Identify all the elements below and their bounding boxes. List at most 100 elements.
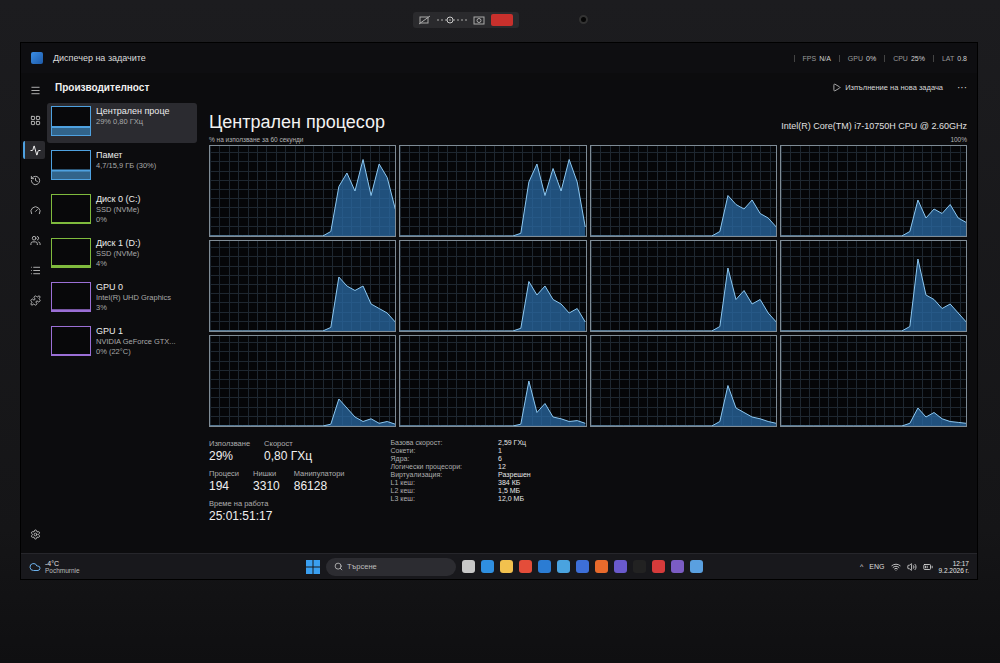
wifi-icon[interactable]	[891, 562, 901, 572]
usage-area	[400, 282, 585, 332]
more-button[interactable]: ···	[957, 82, 967, 93]
sidebar-item[interactable]: GPU 1NVIDIA GeForce GTX...0% (22°C)	[47, 323, 197, 363]
app-icon[interactable]	[519, 560, 532, 573]
usage-line	[591, 268, 776, 331]
sidebar-item[interactable]: Памет4,7/15,9 ГБ (30%)	[47, 147, 197, 187]
camera-icon	[473, 15, 485, 25]
app-icon[interactable]	[595, 560, 608, 573]
core-chart	[590, 145, 777, 237]
detail-value: 384 КБ	[498, 479, 531, 486]
core-graph	[400, 146, 585, 236]
clock[interactable]: 12:179.2.2026 г.	[939, 560, 970, 574]
core-chart	[209, 335, 396, 427]
resource-list: Централен проце29% 0,80 ГХцПамет4,7/15,9…	[47, 101, 197, 553]
app-icon[interactable]	[576, 560, 589, 573]
privacy-label	[491, 14, 513, 26]
sidebar-item-detail: SSD (NVMe)	[96, 249, 141, 258]
usage-area	[591, 196, 776, 237]
core-chart	[590, 335, 777, 427]
thumbnail-fill	[52, 239, 90, 267]
sidebar-item-detail: 29% 0,80 ГХц	[96, 117, 169, 126]
core-graph	[400, 241, 585, 331]
sidebar-item-name: GPU 1	[96, 326, 176, 336]
core-chart	[780, 335, 967, 427]
sidebar-item-detail: NVIDIA GeForce GTX...	[96, 337, 176, 346]
tray-overflow[interactable]: ^	[860, 563, 863, 570]
camera-shutter[interactable]	[413, 12, 519, 28]
sidebar-item-name: GPU 0	[96, 282, 171, 292]
cloud-icon	[29, 561, 41, 573]
nav-button[interactable]	[23, 81, 45, 99]
sidebar-item[interactable]: GPU 0Intel(R) UHD Graphics3%	[47, 279, 197, 319]
run-task-icon	[832, 83, 841, 92]
nav-button[interactable]	[23, 525, 45, 543]
nav-button[interactable]	[23, 201, 45, 219]
windows-logo-icon[interactable]	[306, 560, 320, 574]
overlay-item: GPU0%	[839, 55, 876, 62]
nav-button[interactable]	[23, 291, 45, 309]
usage-line	[781, 259, 966, 331]
usage-line	[781, 408, 966, 426]
core-chart	[399, 240, 586, 332]
volume-icon[interactable]	[907, 562, 917, 572]
usage-area	[210, 399, 395, 426]
search-field[interactable]: Търсене	[326, 558, 456, 576]
thumbnail-fill	[52, 151, 90, 179]
nav-button[interactable]	[23, 171, 45, 189]
nav-button[interactable]	[23, 261, 45, 279]
screen: Диспечер на задачитеFPSN/AGPU0%CPU25%LAT…	[20, 42, 978, 580]
nav-icon	[30, 115, 41, 126]
battery-icon[interactable]	[923, 562, 933, 572]
app-icon[interactable]	[690, 560, 703, 573]
detail-label: L3 кеш:	[391, 495, 463, 502]
system-tray: ^ ENG 12:179.2.2026 г.	[860, 560, 969, 574]
sidebar-item[interactable]: Диск 0 (C:)SSD (NVMe)0%	[47, 191, 197, 231]
thumbnail-graph	[51, 238, 91, 268]
thumbnail-fill	[52, 283, 90, 311]
app-icon[interactable]	[652, 560, 665, 573]
nav-button[interactable]	[23, 141, 45, 159]
sidebar-item-detail: 4%	[96, 259, 141, 268]
weather-widget[interactable]: -4°CPochmurnie	[29, 560, 149, 574]
stat: Нишки3310	[253, 469, 280, 493]
app-icon[interactable]	[500, 560, 513, 573]
stat: Използване29%	[209, 439, 250, 463]
app-icon[interactable]	[481, 560, 494, 573]
nav-icon	[30, 265, 41, 276]
app-icon[interactable]	[671, 560, 684, 573]
nav-button[interactable]	[23, 231, 45, 249]
core-chart	[399, 335, 586, 427]
detail-label: Виртуализация:	[391, 471, 463, 478]
sidebar-item-detail: 0%	[96, 215, 141, 224]
app-icon[interactable]	[633, 560, 646, 573]
sidebar-item[interactable]: Централен проце29% 0,80 ГХц	[47, 103, 197, 143]
sidebar-item[interactable]: Диск 1 (D:)SSD (NVMe)4%	[47, 235, 197, 275]
core-graph	[400, 336, 585, 426]
slider-icon	[437, 15, 467, 25]
overlay-item: CPU25%	[884, 55, 925, 62]
language[interactable]: ENG	[869, 563, 884, 570]
usage-line	[210, 160, 395, 237]
top-bezel	[0, 0, 1000, 42]
usage-area	[400, 381, 585, 426]
core-chart	[780, 145, 967, 237]
core-chart	[590, 240, 777, 332]
core-graph	[781, 336, 966, 426]
detail-label: Ядра:	[391, 455, 463, 462]
detail-label: Базова скорост:	[391, 439, 463, 446]
app-icon[interactable]	[538, 560, 551, 573]
performance-overlay: FPSN/AGPU0%CPU25%LAT0.8	[794, 55, 967, 62]
usage-line	[210, 399, 395, 426]
cpu-stats: Използване29%Скорост0,80 ГХцПроцеси194Ни…	[209, 427, 967, 523]
app-icon[interactable]	[614, 560, 627, 573]
thumbnail-fill	[52, 195, 90, 223]
sidebar-item-detail: 4,7/15,9 ГБ (30%)	[96, 161, 156, 170]
nav-button[interactable]	[23, 111, 45, 129]
app-icon[interactable]	[557, 560, 570, 573]
detail-value: 1,5 МБ	[498, 487, 531, 494]
run-new-task-button[interactable]: Изпълнение на нова задача	[832, 83, 943, 92]
detail-label: L2 кеш:	[391, 487, 463, 494]
core-graph	[210, 336, 395, 426]
nav-rail	[21, 73, 47, 553]
app-icon[interactable]	[462, 560, 475, 573]
